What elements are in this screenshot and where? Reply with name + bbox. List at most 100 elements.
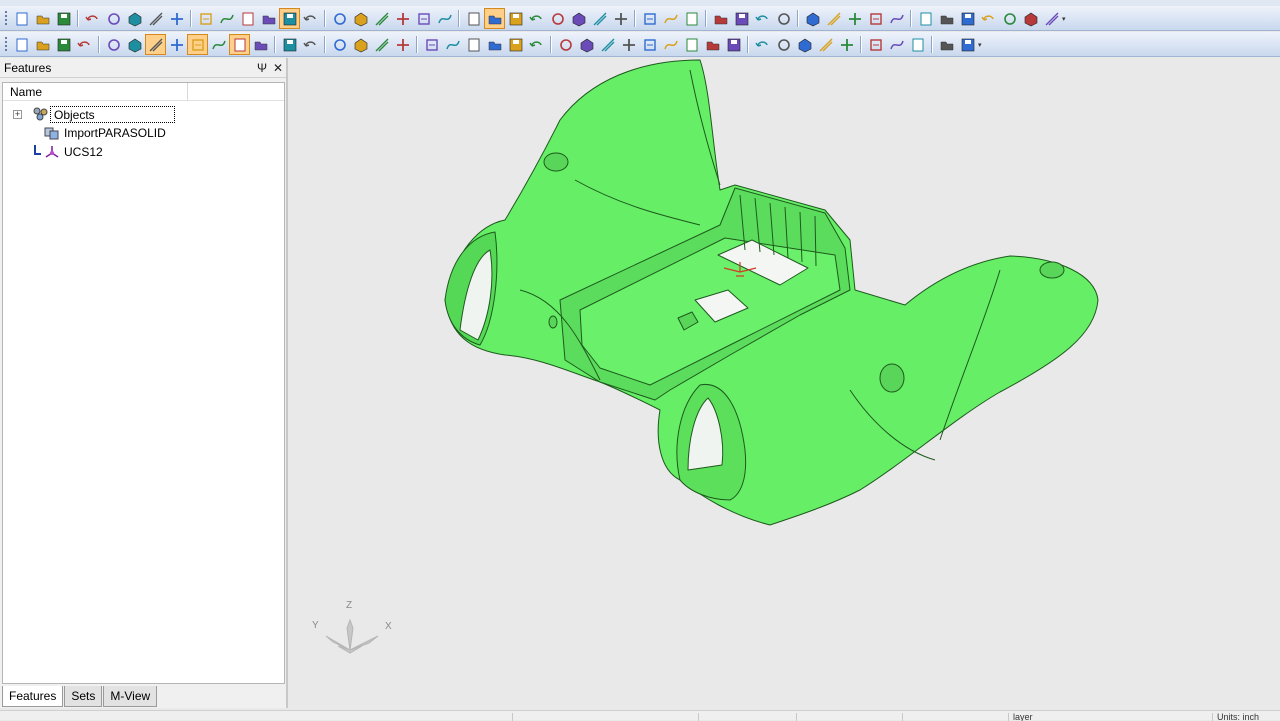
extend-icon[interactable]: [484, 34, 505, 55]
sketch-delete-icon[interactable]: [1041, 8, 1062, 29]
curve-icon[interactable]: [421, 34, 442, 55]
tree-node-import[interactable]: ImportPARASOLID: [43, 124, 169, 142]
toolbar-grip[interactable]: [4, 36, 8, 53]
view-back-icon[interactable]: [413, 8, 434, 29]
analysis-icon[interactable]: [907, 34, 928, 55]
solid-icon[interactable]: [752, 34, 773, 55]
tree-node-ucs[interactable]: UCS12: [31, 143, 106, 161]
face-select-icon[interactable]: [187, 34, 208, 55]
check-icon[interactable]: [886, 34, 907, 55]
hidden-lines-icon[interactable]: [547, 8, 568, 29]
highlight-icon[interactable]: [124, 34, 145, 55]
column-name-header[interactable]: Name: [3, 82, 188, 101]
line-weight-icon[interactable]: [886, 8, 907, 29]
project-curve-icon[interactable]: [463, 34, 484, 55]
next-icon[interactable]: [681, 8, 702, 29]
body-select-icon[interactable]: [208, 34, 229, 55]
tree-node-objects[interactable]: + Objects: [13, 105, 175, 123]
prev-icon[interactable]: [660, 8, 681, 29]
sketch-polyline-icon[interactable]: [936, 8, 957, 29]
split-icon[interactable]: [279, 34, 300, 55]
attribute-select-icon[interactable]: [250, 34, 271, 55]
sketch-spline-icon[interactable]: [999, 8, 1020, 29]
split-body-icon[interactable]: [865, 34, 886, 55]
loft-icon[interactable]: [597, 34, 618, 55]
boolean-icon[interactable]: [836, 34, 857, 55]
text-select-icon[interactable]: [229, 34, 250, 55]
attributes-icon[interactable]: [773, 8, 794, 29]
circle-icon[interactable]: [392, 34, 413, 55]
new-file-icon[interactable]: [11, 8, 32, 29]
transform-icon[interactable]: [145, 8, 166, 29]
hatch-icon[interactable]: [865, 8, 886, 29]
select-filter-icon[interactable]: [53, 34, 74, 55]
view-right-icon[interactable]: [392, 8, 413, 29]
array-icon[interactable]: [166, 8, 187, 29]
named-views-icon[interactable]: [463, 8, 484, 29]
open-folder-icon[interactable]: [32, 8, 53, 29]
settings-icon[interactable]: [936, 34, 957, 55]
line-icon[interactable]: [350, 34, 371, 55]
extrude-icon[interactable]: [526, 34, 547, 55]
sketch-arc-icon[interactable]: [978, 8, 999, 29]
zoom-previous-icon[interactable]: [237, 8, 258, 29]
tab-m-view[interactable]: M-View: [103, 686, 158, 707]
zoom-fit-icon[interactable]: [195, 8, 216, 29]
toolbar-overflow-icon[interactable]: ▾: [1062, 8, 1070, 29]
pen-icon[interactable]: [844, 8, 865, 29]
tab-features[interactable]: Features: [2, 686, 64, 707]
rotate-view-icon[interactable]: [300, 8, 321, 29]
expand-icon[interactable]: +: [13, 109, 22, 119]
save-icon[interactable]: [53, 8, 74, 29]
measure-icon[interactable]: [639, 8, 660, 29]
wave-icon[interactable]: [371, 34, 392, 55]
shaded-edges-icon[interactable]: [505, 8, 526, 29]
view-left-icon[interactable]: [434, 8, 455, 29]
light-icon[interactable]: [589, 8, 610, 29]
toolbar-grip[interactable]: [4, 10, 8, 27]
color-icon[interactable]: [823, 8, 844, 29]
view-front-icon[interactable]: [350, 8, 371, 29]
intersect-icon[interactable]: [505, 34, 526, 55]
render-mode-icon[interactable]: [484, 8, 505, 29]
display-style-icon[interactable]: [568, 8, 589, 29]
boundary-icon[interactable]: [660, 34, 681, 55]
wireframe-icon[interactable]: [526, 8, 547, 29]
sketch-line-icon[interactable]: [915, 8, 936, 29]
mirror-icon[interactable]: [794, 34, 815, 55]
delete-icon[interactable]: [32, 34, 53, 55]
point-icon[interactable]: [329, 34, 350, 55]
group-icon[interactable]: [103, 34, 124, 55]
patch-icon[interactable]: [702, 34, 723, 55]
link-icon[interactable]: [124, 8, 145, 29]
zoom-icon[interactable]: [258, 8, 279, 29]
undo-icon[interactable]: [82, 8, 103, 29]
surface-icon[interactable]: [618, 34, 639, 55]
controller-housing-model[interactable]: [444, 59, 1099, 526]
end-icon[interactable]: [957, 34, 978, 55]
blend-icon[interactable]: [639, 34, 660, 55]
3d-viewport[interactable]: Z Y X: [292, 58, 1280, 710]
fillet-surface-icon[interactable]: [681, 34, 702, 55]
pan-icon[interactable]: [279, 8, 300, 29]
offset-curve-icon[interactable]: [442, 34, 463, 55]
shell-icon[interactable]: [723, 34, 744, 55]
paint-select-icon[interactable]: [74, 34, 95, 55]
revolve-icon[interactable]: [555, 34, 576, 55]
edge-select-icon[interactable]: [166, 34, 187, 55]
draft-icon[interactable]: [773, 34, 794, 55]
sketch-trim-icon[interactable]: [1020, 8, 1041, 29]
tab-sets[interactable]: Sets: [64, 686, 103, 707]
layer-icon[interactable]: [752, 8, 773, 29]
view-top-icon[interactable]: [371, 8, 392, 29]
pin-icon[interactable]: Ψ: [254, 61, 270, 75]
dimension-icon[interactable]: [731, 8, 752, 29]
pattern-icon[interactable]: [815, 34, 836, 55]
view-iso-icon[interactable]: [329, 8, 350, 29]
sketch-circle-icon[interactable]: [957, 8, 978, 29]
close-icon[interactable]: ✕: [270, 61, 286, 75]
toolbar-overflow-icon[interactable]: ▾: [978, 34, 986, 55]
bulb-icon[interactable]: [610, 8, 631, 29]
snap-icon[interactable]: [710, 8, 731, 29]
redo-icon[interactable]: [103, 8, 124, 29]
